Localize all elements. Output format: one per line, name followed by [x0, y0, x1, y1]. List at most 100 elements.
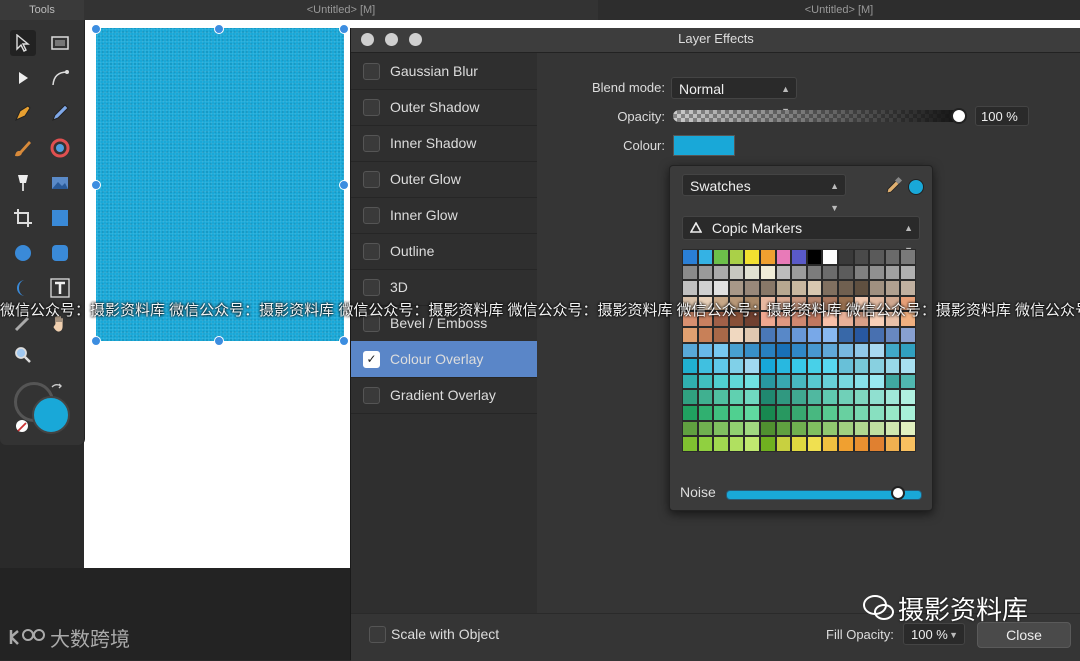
colour-swatch-cell[interactable] [884, 342, 901, 359]
colour-swatch-cell[interactable] [744, 436, 760, 452]
colour-swatch-cell[interactable] [713, 326, 729, 343]
colour-swatch-cell[interactable] [837, 436, 854, 452]
colour-swatch-cell[interactable] [837, 342, 854, 359]
colour-swatch-cell[interactable] [822, 389, 838, 405]
colour-swatch-cell[interactable] [744, 373, 760, 390]
effect-checkbox[interactable] [363, 386, 380, 404]
effect-checkbox[interactable] [363, 242, 380, 260]
colour-swatch-cell[interactable] [837, 264, 854, 281]
colour-swatch-cell[interactable] [900, 389, 916, 405]
resize-handle[interactable] [339, 180, 349, 190]
effect-checkbox[interactable] [363, 134, 380, 152]
colour-swatch-cell[interactable] [775, 389, 792, 405]
checkmark-icon[interactable]: ✓ [363, 350, 380, 368]
colour-swatch-cell[interactable] [884, 326, 901, 343]
colour-swatch-cell[interactable] [853, 326, 870, 343]
effect-checkbox[interactable] [363, 170, 380, 188]
colour-swatch-cell[interactable] [744, 342, 760, 359]
zoom-tool-icon[interactable] [10, 342, 36, 368]
colour-swatch-cell[interactable] [900, 326, 916, 343]
document-tab[interactable]: <Untitled> [M] [598, 0, 1080, 20]
colour-swatch-cell[interactable] [713, 373, 729, 390]
colour-swatch-cell[interactable] [869, 404, 885, 421]
colour-swatch-cell[interactable] [697, 358, 714, 374]
resize-handle[interactable] [91, 24, 101, 34]
effect-outline[interactable]: Outline [351, 233, 537, 270]
effect-inner-glow[interactable]: Inner Glow [351, 197, 537, 234]
colour-swatch-cell[interactable] [806, 436, 823, 452]
colour-swatch-cell[interactable] [759, 326, 776, 343]
colour-swatch-cell[interactable] [728, 389, 745, 405]
colour-swatch-cell[interactable] [884, 404, 901, 421]
colour-swatch-cell[interactable] [744, 389, 760, 405]
brush-tool-icon[interactable] [10, 135, 36, 161]
colour-swatch-cell[interactable] [775, 358, 792, 374]
colour-swatch-cell[interactable] [682, 342, 698, 359]
colour-swatch-cell[interactable] [884, 436, 901, 452]
document-tab[interactable]: <Untitled> [M] [84, 0, 598, 20]
opacity-slider[interactable] [673, 110, 959, 122]
colour-swatch-cell[interactable] [837, 373, 854, 390]
colour-swatch-cell[interactable] [728, 358, 745, 374]
colour-swatch-cell[interactable] [775, 264, 792, 281]
colour-swatch-cell[interactable] [837, 249, 854, 265]
colour-swatch-cell[interactable] [697, 404, 714, 421]
colour-swatch-cell[interactable] [713, 342, 729, 359]
colour-swatch-cell[interactable] [791, 249, 807, 265]
colour-swatch-cell[interactable] [791, 342, 807, 359]
opacity-slider-knob[interactable] [951, 108, 967, 124]
colour-swatch-cell[interactable] [791, 436, 807, 452]
resize-handle[interactable] [339, 24, 349, 34]
colour-swatch-cell[interactable] [869, 420, 885, 437]
colour-swatch-cell[interactable] [791, 264, 807, 281]
colour-swatch-cell[interactable] [900, 420, 916, 437]
colour-swatch-cell[interactable] [744, 420, 760, 437]
colour-swatch-cell[interactable] [728, 420, 745, 437]
colour-swatch-cell[interactable] [869, 389, 885, 405]
colour-swatch-cell[interactable] [837, 280, 854, 296]
blue-rectangle-layer[interactable] [96, 28, 344, 341]
effect-inner-shadow[interactable]: Inner Shadow [351, 125, 537, 162]
colour-swatch-cell[interactable] [791, 358, 807, 374]
colour-swatch-cell[interactable] [697, 264, 714, 281]
colour-swatch-cell[interactable] [713, 404, 729, 421]
node-tool-icon[interactable] [10, 65, 36, 91]
effect-checkbox[interactable] [363, 278, 380, 296]
colour-swatch-cell[interactable] [775, 420, 792, 437]
colour-swatch-cell[interactable] [775, 436, 792, 452]
colour-swatch-cell[interactable] [837, 404, 854, 421]
colour-swatch-cell[interactable] [728, 436, 745, 452]
colour-swatch-cell[interactable] [853, 249, 870, 265]
colour-swatch-cell[interactable] [697, 389, 714, 405]
blend-mode-dropdown[interactable]: Normal ▲▼ [671, 77, 797, 116]
colour-swatch-cell[interactable] [697, 280, 714, 296]
colour-swatch-cell[interactable] [806, 389, 823, 405]
colour-swatch-cell[interactable] [713, 249, 729, 265]
colour-swatch-cell[interactable] [697, 373, 714, 390]
colour-swatch-cell[interactable] [697, 342, 714, 359]
colour-swatch-cell[interactable] [728, 264, 745, 281]
effect-gradient-overlay[interactable]: Gradient Overlay [351, 377, 537, 414]
crescent-shape-tool-icon[interactable] [10, 275, 36, 301]
colour-swatch-cell[interactable] [853, 373, 870, 390]
colour-swatch-cell[interactable] [837, 326, 854, 343]
colour-swatch-cell[interactable] [884, 358, 901, 374]
colour-swatch-cell[interactable] [853, 342, 870, 359]
colour-swatch-cell[interactable] [744, 358, 760, 374]
effect-colour-overlay[interactable]: ✓ Colour Overlay [351, 341, 537, 378]
corner-tool-icon[interactable] [47, 65, 73, 91]
colour-swatch-cell[interactable] [775, 404, 792, 421]
colour-swatch-cell[interactable] [900, 280, 916, 296]
colour-swatch-cell[interactable] [853, 264, 870, 281]
colour-swatch-cell[interactable] [822, 358, 838, 374]
colour-swatch-cell[interactable] [822, 404, 838, 421]
opacity-value-field[interactable]: 100 % [975, 106, 1029, 126]
colour-swatch-cell[interactable] [822, 249, 838, 265]
colour-swatch-cell[interactable] [713, 280, 729, 296]
resize-handle[interactable] [339, 336, 349, 346]
colour-picker-tool-icon[interactable] [47, 135, 73, 161]
palette-dropdown[interactable]: Copic Markers ▲▼ [682, 216, 920, 255]
effect-checkbox[interactable] [363, 98, 380, 116]
swap-colours-icon[interactable] [50, 382, 64, 396]
colour-swatch-cell[interactable] [744, 249, 760, 265]
